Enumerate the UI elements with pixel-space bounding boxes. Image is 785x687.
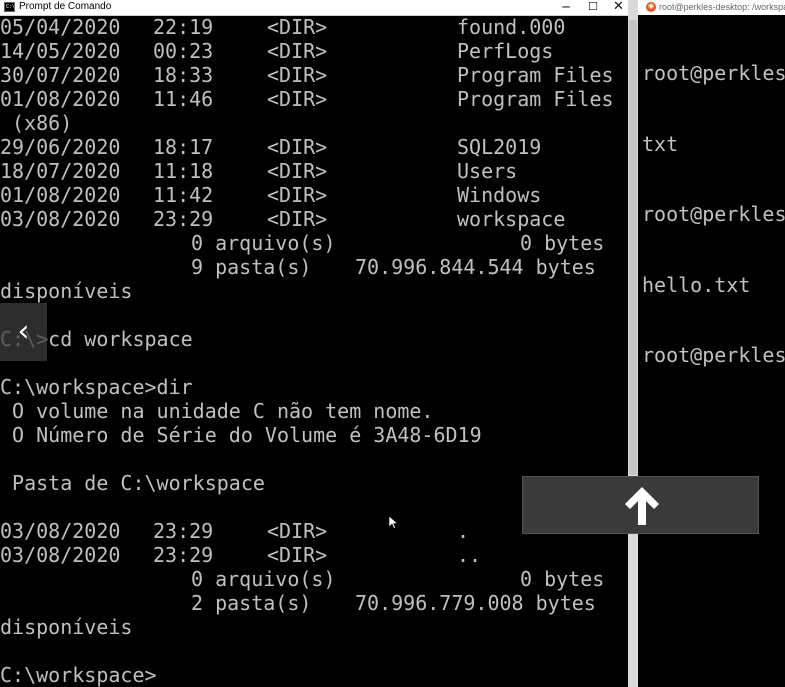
cmd-output[interactable]: 05/04/2020 22:19 <DIR> found.000 14/05/2020… [0, 15, 628, 687]
terminal-line: hello.txt [642, 272, 751, 297]
mouse-cursor-icon [389, 516, 398, 529]
files-count: 0 arquivo(s) [191, 567, 336, 591]
maximize-button[interactable]: ☐ [580, 0, 606, 15]
entry-time: 11:42 [153, 183, 214, 207]
files-bytes: 0 bytes [520, 567, 605, 591]
entry-time: 18:33 [153, 63, 214, 87]
cmd-titlebar[interactable]: Prompt de Comando ─ ☐ ✕ [0, 0, 628, 16]
entry-date: 30/07/2020 [0, 63, 121, 87]
dirs-summary: 2 pasta(s) 70.996.779.008 bytes [0, 591, 628, 615]
cmd-app-icon [4, 2, 15, 12]
terminal-line: root@perkles [642, 343, 785, 367]
terminal-line: txt [642, 131, 679, 156]
prompt-final: C:\workspace> [0, 663, 157, 687]
entry-type: <DIR> [267, 183, 328, 207]
entry-name: workspace [457, 207, 566, 231]
entry-name: PerfLogs [457, 39, 554, 63]
dirs-summary: 9 pasta(s) 70.996.844.544 bytes [0, 255, 628, 279]
entry-type: <DIR> [267, 159, 328, 183]
entry-date: 03/08/2020 [0, 207, 121, 231]
entry-time: 23:29 [153, 519, 214, 543]
entry-type: <DIR> [267, 543, 328, 567]
dir-entry: 30/07/2020 18:33 <DIR> Program Files [0, 63, 628, 87]
wsl-window: ◉ root@perkles-desktop: /workspace root@… [638, 0, 785, 687]
entry-date: 18/07/2020 [0, 159, 121, 183]
entry-name: Users [457, 159, 518, 183]
entry-date: 01/08/2020 [0, 87, 121, 111]
back-button[interactable]: ‹ [0, 303, 47, 361]
entry-type: <DIR> [267, 15, 328, 39]
entry-date: 01/08/2020 [0, 183, 121, 207]
entry-time: 23:29 [153, 543, 214, 567]
minimize-button[interactable]: ─ [553, 0, 579, 15]
entry-name: Windows [457, 183, 542, 207]
dirs-bytes: 70.996.779.008 bytes [355, 591, 596, 615]
dir-entry: 01/08/2020 11:42 <DIR> Windows [0, 183, 628, 207]
dirs-count: 9 pasta(s) [191, 255, 312, 279]
close-button[interactable]: ✕ [609, 0, 628, 15]
entry-date: 14/05/2020 [0, 39, 121, 63]
serial-line: O Número de Série do Volume é 3A48-6D19 [0, 423, 482, 447]
entry-name: found.000 [457, 15, 566, 39]
entry-name: Program Files [457, 63, 614, 87]
entry-time: 11:46 [153, 87, 214, 111]
wrapped-name: (x86) [0, 111, 73, 135]
window-title: Prompt de Comando [19, 1, 112, 12]
entry-name: .. [457, 543, 482, 567]
entry-date: 05/04/2020 [0, 15, 121, 39]
wsl-window-title: root@perkles-desktop: /workspace [659, 2, 785, 12]
entry-time: 23:29 [153, 207, 214, 231]
entry-time: 22:19 [153, 15, 214, 39]
files-summary: 0 arquivo(s) 0 bytes [0, 567, 628, 591]
files-summary: 0 arquivo(s) 0 bytes [0, 231, 628, 255]
entry-type: <DIR> [267, 207, 328, 231]
entry-date: 03/08/2020 [0, 519, 121, 543]
terminal-line: root@perkles [642, 202, 785, 226]
up-arrow-icon [625, 487, 659, 525]
wsl-output[interactable]: root@perkles txt root@perkles hello.txt … [642, 15, 785, 415]
entry-type: <DIR> [267, 87, 328, 111]
entry-time: 11:18 [153, 159, 214, 183]
dir-entry: 03/08/2020 23:29 <DIR>.. [0, 543, 628, 567]
ubuntu-icon: ◉ [646, 2, 656, 12]
dir-entry: 18/07/2020 11:18 <DIR> Users [0, 159, 628, 183]
entry-date: 29/06/2020 [0, 135, 121, 159]
available-label: disponíveis [0, 279, 133, 303]
dir-entry: 29/06/2020 18:17 <DIR> SQL2019 [0, 135, 628, 159]
files-bytes: 0 bytes [520, 231, 605, 255]
dir-entry: 03/08/2020 23:29 <DIR> workspace [0, 207, 628, 231]
terminal-line: root@perkles [642, 61, 785, 85]
cmd-scrollbar[interactable] [628, 0, 638, 687]
available-label: disponíveis [0, 615, 133, 639]
wsl-titlebar[interactable]: ◉ root@perkles-desktop: /workspace [638, 0, 785, 15]
volume-line: O volume na unidade C não tem nome. [0, 399, 434, 423]
entry-type: <DIR> [267, 39, 328, 63]
dirs-bytes: 70.996.844.544 bytes [355, 255, 596, 279]
scrollbar-thumb[interactable] [629, 20, 637, 475]
entry-name: SQL2019 [457, 135, 542, 159]
prompt-dir: C:\workspace>dir [0, 375, 193, 399]
entry-name: . [457, 519, 470, 543]
files-count: 0 arquivo(s) [191, 231, 336, 255]
entry-type: <DIR> [267, 135, 328, 159]
entry-date: 03/08/2020 [0, 543, 121, 567]
prompt-cd: C:\>cd workspace [0, 327, 193, 351]
dirs-count: 2 pasta(s) [191, 591, 312, 615]
entry-time: 18:17 [153, 135, 214, 159]
dir-entry: 14/05/2020 00:23 <DIR> PerfLogs [0, 39, 628, 63]
entry-time: 00:23 [153, 39, 214, 63]
entry-type: <DIR> [267, 519, 328, 543]
cmd-window: Prompt de Comando ─ ☐ ✕ 05/04/2020 22:19 <… [0, 0, 628, 687]
dir-entry: 05/04/2020 22:19 <DIR> found.000 [0, 15, 628, 39]
entry-type: <DIR> [267, 63, 328, 87]
scroll-up-button[interactable] [522, 476, 759, 534]
dir-entry: 01/08/2020 11:46 <DIR> Program Files [0, 87, 628, 111]
chevron-left-icon: ‹ [17, 314, 30, 349]
entry-name: Program Files [457, 87, 614, 111]
